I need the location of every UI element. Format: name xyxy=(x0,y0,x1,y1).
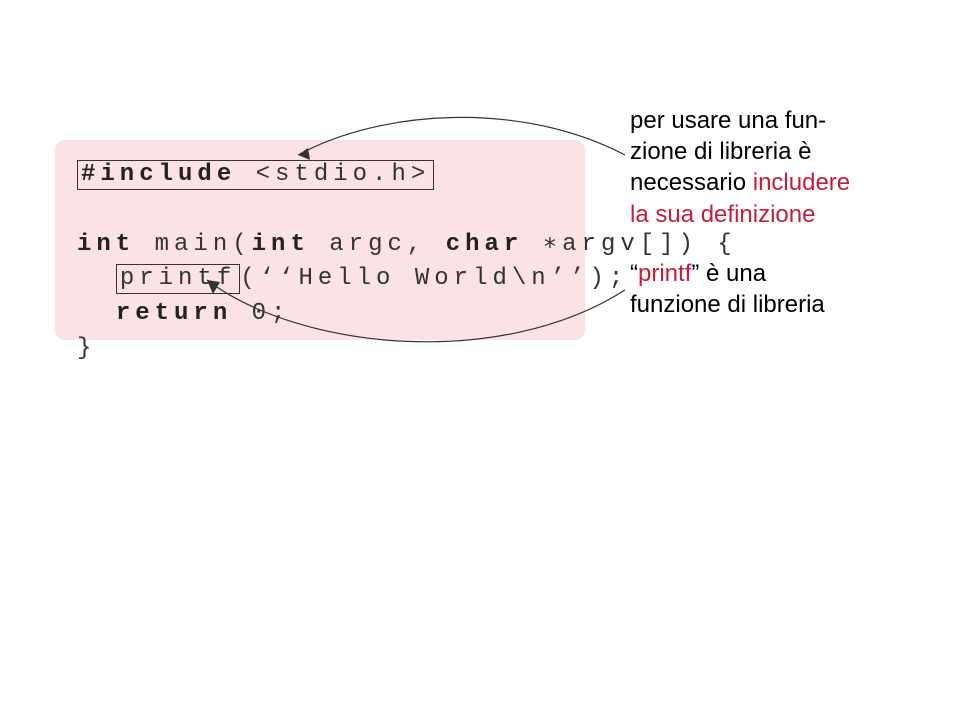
code-line-close: } xyxy=(77,332,563,367)
annot1-line4: la sua definizione xyxy=(630,199,930,230)
annot1-t3b: includere xyxy=(753,169,850,196)
code-line-return: return 0; xyxy=(77,297,563,332)
code-line-include: #include <stdio.h> xyxy=(77,158,563,193)
kw-int: int xyxy=(77,231,135,258)
annot2-line1: “printf” è una xyxy=(630,258,930,289)
code-line-blank xyxy=(77,193,563,228)
annot2-rest1: ” è una xyxy=(691,260,766,287)
printf-name: printf xyxy=(120,265,236,292)
annotation-include: per usare una fun- zione di libreria è n… xyxy=(630,105,930,230)
kw-return: return xyxy=(116,300,232,327)
annotation-printf: “printf” è una funzione di libreria xyxy=(630,258,930,320)
code-block: #include <stdio.h> int main(int argc, ch… xyxy=(55,140,585,340)
code-line-printf: printf(‘‘Hello World\n’’); xyxy=(77,262,563,297)
annot1-line3: necessario includere xyxy=(630,167,930,198)
slide-container: #include <stdio.h> int main(int argc, ch… xyxy=(0,0,960,721)
annot2-line2: funzione di libreria xyxy=(630,289,930,320)
printf-box: printf xyxy=(116,264,240,294)
main-end: ∗argv[]) { xyxy=(523,231,736,258)
kw-include: #include xyxy=(81,161,236,188)
annot2-printf-word: printf xyxy=(638,260,691,287)
code-line-main: int main(int argc, char ∗argv[]) { xyxy=(77,228,563,263)
kw-int2: int xyxy=(252,231,310,258)
kw-char: char xyxy=(446,231,524,258)
annot1-line1: per usare una fun- xyxy=(630,105,930,136)
printf-rest: (‘‘Hello World\n’’); xyxy=(240,265,628,292)
main-mid: main( xyxy=(135,231,251,258)
annot1-t3a: necessario xyxy=(630,169,753,196)
include-header: <stdio.h> xyxy=(256,161,431,188)
annot1-line2: zione di libreria è xyxy=(630,136,930,167)
annot2-quote-open: “ xyxy=(630,260,638,287)
include-directive-box: #include <stdio.h> xyxy=(77,160,434,190)
main-argc: argc, xyxy=(310,231,446,258)
return-rest: 0; xyxy=(232,300,290,327)
